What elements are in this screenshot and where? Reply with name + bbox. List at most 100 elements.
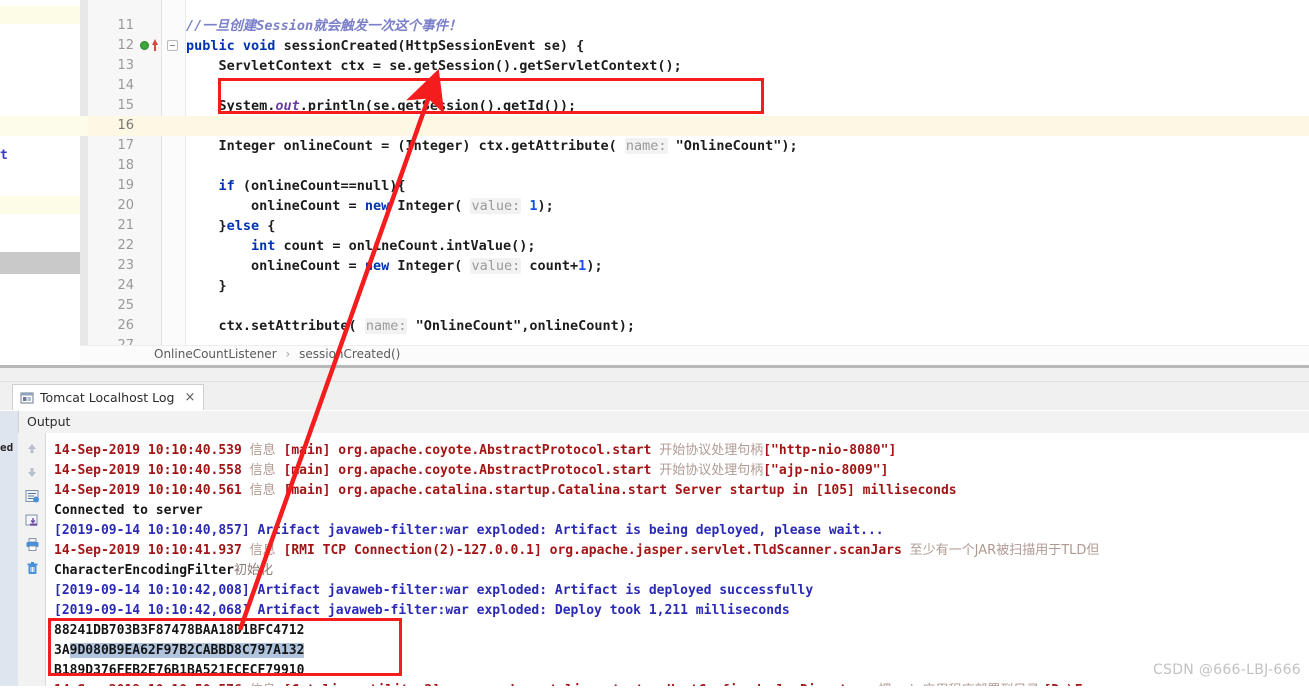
code-line[interactable]: onlineCount = new Integer( value: count+… bbox=[186, 256, 603, 276]
clear-all-button[interactable] bbox=[23, 559, 41, 577]
log-segment: ["ajp-nio-8009"] bbox=[763, 463, 889, 478]
close-icon[interactable]: × bbox=[184, 390, 195, 405]
log-segment: [2019-09-14 10:10:42,068] Artifact javaw… bbox=[54, 603, 790, 618]
code-line[interactable]: System.out.println(se.getSession().getId… bbox=[186, 96, 577, 116]
session-id-line[interactable]: 3A9D080B9EA62F97B2CABBD8C797A132 bbox=[54, 641, 305, 661]
breadcrumb-method[interactable]: sessionCreated() bbox=[299, 347, 400, 361]
scroll-up-button[interactable] bbox=[23, 439, 41, 457]
tab-tomcat-localhost-log[interactable]: Tomcat Localhost Log × bbox=[12, 384, 205, 410]
line-number: 23 bbox=[117, 258, 134, 273]
sliver-highlight-band bbox=[0, 196, 80, 214]
log-segment: 9D080B9EA62F97B2CABBD8C797A132 bbox=[69, 643, 305, 658]
gutter-icon-column[interactable] bbox=[138, 0, 162, 345]
toolwindow-tab-row[interactable]: Tomcat Localhost Log × bbox=[0, 382, 1309, 410]
breadcrumb-class[interactable]: OnlineCountListener bbox=[154, 347, 277, 361]
log-segment: 14-Sep-2019 10:10:40.539 bbox=[54, 443, 250, 458]
line-number: 24 bbox=[117, 278, 134, 293]
export-button[interactable] bbox=[23, 511, 41, 529]
code-line[interactable]: public void sessionCreated(HttpSessionEv… bbox=[186, 36, 584, 56]
log-segment: 信息 bbox=[249, 463, 276, 478]
log-segment: ["http-nio-8080"] bbox=[763, 443, 897, 458]
log-segment: 信息 bbox=[249, 483, 276, 498]
log-line[interactable]: 14-Sep-2019 10:10:41.937 信息 [RMI TCP Con… bbox=[54, 541, 1099, 561]
breakpoint-icon[interactable] bbox=[140, 41, 149, 50]
log-segment: [main] org.apache.catalina.startup.Catal… bbox=[275, 483, 957, 498]
watermark: CSDN @666-LBJ-666 bbox=[1152, 662, 1301, 678]
sliver-text: t bbox=[0, 148, 8, 163]
log-line[interactable]: 14-Sep-2019 10:10:40.561 信息 [main] org.a… bbox=[54, 481, 957, 501]
code-line[interactable]: //一旦创建Session就会触发一次这个事件！ bbox=[186, 16, 462, 36]
toolwindow-header-strip bbox=[0, 368, 1309, 382]
output-subheader: Output bbox=[0, 410, 1309, 434]
log-segment: 开始协议处理句柄 bbox=[659, 443, 764, 458]
console-toolbar[interactable] bbox=[18, 433, 46, 691]
code-line[interactable]: Integer onlineCount = (Integer) ctx.getA… bbox=[186, 136, 798, 156]
code-line[interactable]: ctx.setAttribute( name: "OnlineCount",on… bbox=[186, 316, 635, 336]
log-segment: 信息 bbox=[249, 543, 276, 558]
print-button[interactable] bbox=[23, 535, 41, 553]
log-segment: 至少有一个JAR被扫描用于TLD但 bbox=[909, 543, 1100, 558]
current-line-gutter-highlight bbox=[0, 116, 88, 136]
subheader-cell bbox=[18, 411, 1309, 434]
log-line[interactable]: 14-Sep-2019 10:10:40.558 信息 [main] org.a… bbox=[54, 461, 888, 481]
code-line[interactable]: if (onlineCount==null){ bbox=[186, 176, 406, 196]
bottom-strip bbox=[0, 686, 1309, 691]
line-number: 13 bbox=[117, 58, 134, 73]
log-segment: CharacterEncodingFilter bbox=[54, 563, 235, 578]
console-output[interactable]: 14-Sep-2019 10:10:40.539 信息 [main] org.a… bbox=[46, 433, 1309, 691]
log-segment: 信息 bbox=[249, 443, 276, 458]
sliver-selection-band bbox=[0, 252, 80, 274]
log-line[interactable]: [2019-09-14 10:10:42,068] Artifact javaw… bbox=[54, 601, 790, 621]
subheader-rail-cap bbox=[0, 411, 18, 434]
left-rail-label: ed bbox=[0, 441, 14, 454]
tomcat-log-icon bbox=[20, 391, 34, 405]
log-segment: 14-Sep-2019 10:10:40.561 bbox=[54, 483, 250, 498]
line-number: 20 bbox=[117, 198, 134, 213]
line-number: 11 bbox=[117, 18, 134, 33]
breadcrumb-separator-icon: › bbox=[285, 347, 291, 361]
line-number: 18 bbox=[117, 158, 134, 173]
log-segment: [main] org.apache.coyote.AbstractProtoco… bbox=[275, 463, 660, 478]
line-number: 21 bbox=[117, 218, 134, 233]
log-line[interactable]: [2019-09-14 10:10:42,008] Artifact javaw… bbox=[54, 581, 813, 601]
code-line[interactable]: }else { bbox=[186, 216, 276, 236]
print-icon bbox=[26, 537, 38, 551]
output-label: Output bbox=[27, 414, 71, 429]
code-folding-column[interactable] bbox=[162, 0, 186, 345]
code-line[interactable]: } bbox=[186, 276, 227, 296]
log-segment: 3A bbox=[54, 643, 70, 658]
session-id-line[interactable]: 88241DB703B3F87478BAA18D1BFC4712 bbox=[54, 621, 304, 641]
code-line[interactable]: int count = onlineCount.intValue(); bbox=[186, 236, 535, 256]
session-id-line[interactable]: B189D376FEB2E76B1BA521ECECF79910 bbox=[54, 661, 304, 681]
soft-wrap-button[interactable] bbox=[23, 487, 41, 505]
arrow-down-icon bbox=[28, 468, 36, 477]
code-line[interactable]: onlineCount = new Integer( value: 1); bbox=[186, 196, 554, 216]
sliver-highlight-band bbox=[0, 6, 80, 24]
console-area[interactable]: ed 14-Sep-2019 10:10:40.539 信息 [main] or… bbox=[0, 433, 1309, 691]
export-icon bbox=[25, 514, 37, 526]
log-segment: [2019-09-14 10:10:42,008] Artifact javaw… bbox=[54, 583, 814, 598]
line-number: 22 bbox=[117, 238, 134, 253]
line-number: 17 bbox=[117, 138, 134, 153]
log-segment: [2019-09-14 10:10:40,857] Artifact javaw… bbox=[54, 523, 884, 538]
log-line[interactable]: Connected to server bbox=[54, 501, 203, 521]
line-number: 12 bbox=[117, 38, 134, 53]
line-number: 26 bbox=[117, 318, 134, 333]
line-number: 15 bbox=[117, 98, 134, 113]
soft-wrap-icon bbox=[25, 489, 39, 502]
scroll-down-button[interactable] bbox=[23, 463, 41, 481]
log-segment: 初始化 bbox=[234, 563, 274, 578]
fold-collapse-icon[interactable] bbox=[167, 40, 178, 51]
breadcrumb[interactable]: OnlineCountListener › sessionCreated() bbox=[80, 345, 1309, 365]
tomcat-log-tool-window[interactable]: Tomcat Localhost Log × Output ed 14-Sep-… bbox=[0, 365, 1309, 691]
log-segment: 开始协议处理句柄 bbox=[659, 463, 764, 478]
code-editor-pane[interactable]: t 1011//一旦创建Session就会触发一次这个事件！12public v… bbox=[0, 0, 1309, 365]
tab-label: Tomcat Localhost Log bbox=[40, 390, 175, 405]
screenshot-root: t 1011//一旦创建Session就会触发一次这个事件！12public v… bbox=[0, 0, 1309, 691]
left-rail: ed bbox=[0, 433, 18, 691]
code-line[interactable]: ServletContext ctx = se.getSession().get… bbox=[186, 56, 682, 76]
log-line[interactable]: 14-Sep-2019 10:10:40.539 信息 [main] org.a… bbox=[54, 441, 896, 461]
log-line[interactable]: CharacterEncodingFilter初始化 bbox=[54, 561, 273, 581]
current-line-highlight bbox=[88, 116, 1309, 136]
log-line[interactable]: [2019-09-14 10:10:40,857] Artifact javaw… bbox=[54, 521, 884, 541]
